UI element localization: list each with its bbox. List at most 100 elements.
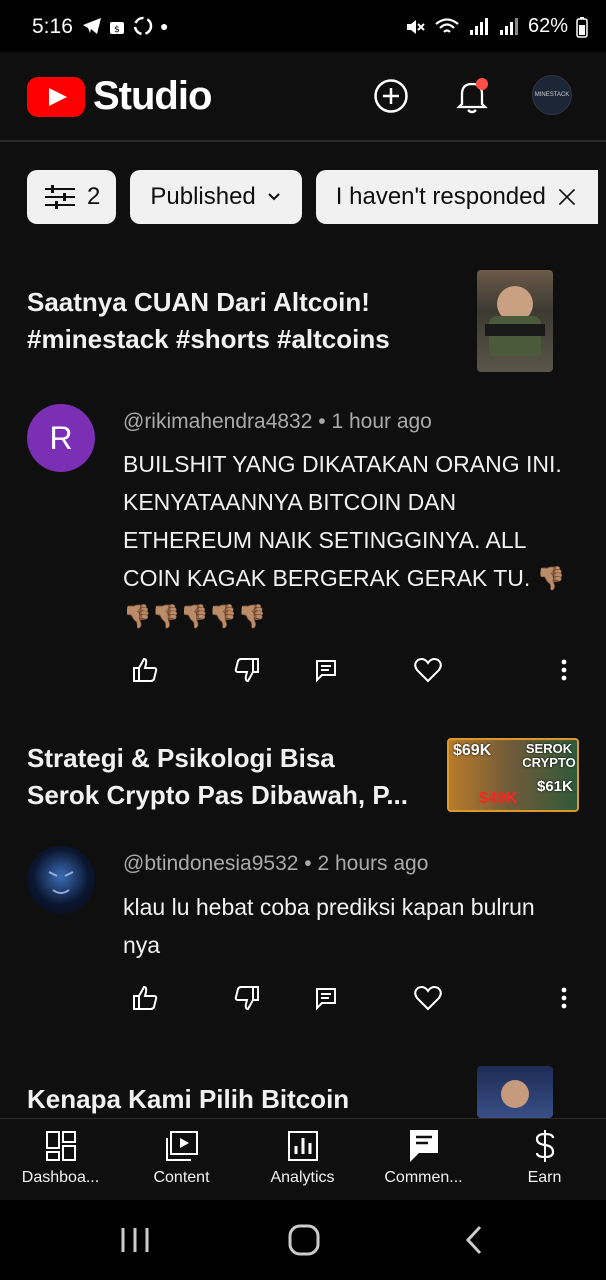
- not-responded-label: I haven't responded: [335, 183, 546, 210]
- more-vert-icon: [561, 987, 567, 1009]
- more-vert-icon: [561, 659, 567, 681]
- analytics-icon: [287, 1129, 319, 1163]
- dislike-button[interactable]: [229, 980, 265, 1016]
- reply-icon: [316, 988, 336, 1011]
- shopping-bag-icon: $: [110, 22, 124, 35]
- reply-button[interactable]: [308, 652, 344, 688]
- wifi-icon: [435, 17, 459, 33]
- reply-icon: [316, 660, 336, 683]
- studio-logo[interactable]: Studio: [27, 74, 212, 119]
- published-chip[interactable]: Published: [130, 170, 302, 224]
- video-title-line-1: Saatnya CUAN Dari Altcoin!: [27, 287, 370, 317]
- nav-earn[interactable]: Earn: [484, 1119, 605, 1201]
- video-title-line-1: Strategi & Psikologi Bisa: [27, 743, 335, 773]
- sliders-icon: [45, 185, 75, 209]
- video-title-line-1: Kenapa Kami Pilih Bitcoin: [27, 1084, 350, 1114]
- heart-icon: [414, 658, 442, 683]
- dislike-button[interactable]: [229, 652, 265, 688]
- close-icon[interactable]: [556, 184, 578, 210]
- like-button[interactable]: [127, 652, 163, 688]
- recycle-icon: [133, 16, 153, 36]
- video-thumbnail[interactable]: [477, 1066, 553, 1118]
- comment-meta: @rikimahendra4832 • 1 hour ago: [123, 410, 432, 433]
- back-button[interactable]: [464, 1224, 484, 1261]
- commenter-avatar[interactable]: [27, 846, 95, 914]
- thumb-label: SEROK CRYPTO: [522, 741, 576, 770]
- brand-text: Studio: [93, 74, 212, 118]
- svg-text:$: $: [114, 25, 120, 35]
- signal-icon: [469, 17, 488, 35]
- signal-2-icon: [499, 17, 518, 35]
- comments-icon: [409, 1129, 439, 1163]
- home-icon: [288, 1224, 320, 1256]
- create-button[interactable]: [371, 76, 411, 116]
- heart-button[interactable]: [410, 652, 446, 688]
- thumbs-down-icon: [234, 986, 259, 1011]
- commenter-avatar[interactable]: R: [27, 404, 95, 472]
- content-icon: [165, 1129, 199, 1163]
- account-avatar[interactable]: MINESTACK: [532, 75, 572, 115]
- nav-analytics[interactable]: Analytics: [242, 1119, 363, 1201]
- thumbs-up-icon: [133, 985, 158, 1010]
- comment-text: klau lu hebat coba prediksi kapan bulrun…: [123, 894, 535, 958]
- filter-settings-chip[interactable]: 2: [27, 170, 117, 224]
- reply-button[interactable]: [308, 980, 344, 1016]
- comment-actions: [0, 652, 606, 692]
- back-icon: [465, 1225, 482, 1255]
- nav-dashboard[interactable]: Dashboa...: [0, 1119, 121, 1201]
- comment-actions: [0, 980, 606, 1020]
- published-label: Published: [150, 183, 256, 210]
- status-bar: 5:16 $ ● 62%: [0, 0, 606, 52]
- video-title-line-2: #minestack #shorts #altcoins: [27, 324, 390, 354]
- more-options-button[interactable]: [546, 652, 582, 688]
- home-button[interactable]: [288, 1224, 320, 1261]
- more-options-button[interactable]: [546, 980, 582, 1016]
- chevron-down-icon: [268, 193, 280, 201]
- app-header: Studio MINESTACK: [0, 52, 606, 142]
- status-right: 62%: [404, 15, 588, 38]
- earn-icon: [534, 1129, 556, 1163]
- recent-apps-button[interactable]: [120, 1226, 150, 1259]
- nav-comments[interactable]: Commen...: [363, 1119, 484, 1201]
- nav-label: Analytics: [270, 1169, 335, 1186]
- mask-avatar-icon: [48, 871, 74, 894]
- heart-button[interactable]: [410, 980, 446, 1016]
- mute-icon: [406, 19, 425, 34]
- battery-icon: [576, 16, 588, 38]
- thumbs-down-icon: [234, 658, 259, 683]
- video-title-line-2: Serok Crypto Pas Dibawah, P...: [27, 780, 408, 810]
- thumb-label: $61K: [537, 778, 573, 795]
- comment-text: BUILSHIT YANG DIKATAKAN ORANG INI. KENYA…: [123, 451, 566, 629]
- video-thumbnail[interactable]: $69K SEROK CRYPTO $61K $49K: [447, 738, 579, 812]
- nav-label: Commen...: [384, 1169, 463, 1186]
- not-responded-chip[interactable]: I haven't responded: [315, 170, 598, 224]
- filter-bar: 2 Published I haven't responded: [27, 170, 598, 224]
- thumbs-up-icon: [133, 657, 158, 682]
- video-thumbnail[interactable]: [477, 270, 553, 372]
- filter-count: 2: [87, 183, 101, 210]
- battery-percent: 62%: [527, 15, 568, 37]
- status-notification-icons: $ ●: [82, 16, 168, 36]
- status-time: 5:16: [32, 15, 73, 38]
- nav-content[interactable]: Content: [121, 1119, 242, 1201]
- bottom-nav: Dashboa... Content Analytics Commen... E…: [0, 1118, 606, 1200]
- thumb-label: $49K: [479, 790, 518, 807]
- notifications-button[interactable]: [452, 76, 492, 116]
- youtube-logo-icon: [27, 76, 85, 117]
- dashboard-icon: [45, 1129, 77, 1163]
- comment-meta: @btindonesia9532 • 2 hours ago: [123, 852, 429, 875]
- nav-label: Dashboa...: [21, 1169, 100, 1186]
- recent-apps-icon: [121, 1228, 149, 1252]
- like-button[interactable]: [127, 980, 163, 1016]
- dot-icon: ●: [160, 18, 169, 34]
- bell-icon: [456, 78, 488, 114]
- heart-icon: [414, 986, 442, 1011]
- nav-label: Content: [153, 1169, 210, 1186]
- nav-label: Earn: [527, 1169, 562, 1186]
- add-circle-icon: [374, 79, 408, 113]
- video-title[interactable]: Kenapa Kami Pilih Bitcoin: [27, 1081, 447, 1118]
- video-title[interactable]: Saatnya CUAN Dari Altcoin! #minestack #s…: [27, 284, 447, 358]
- telegram-icon: [83, 18, 101, 34]
- thumb-label: $69K: [453, 742, 492, 759]
- video-title[interactable]: Strategi & Psikologi Bisa Serok Crypto P…: [27, 740, 437, 814]
